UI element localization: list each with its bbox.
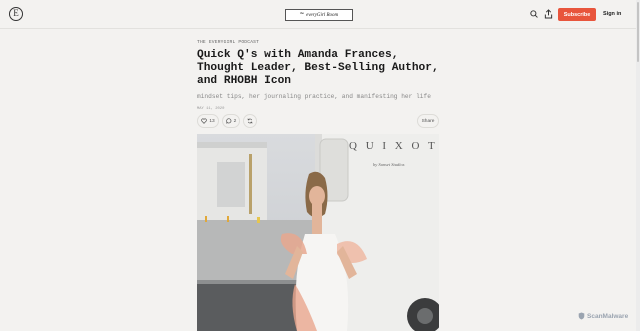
top-bar: E the everyGirl Room Subscribe Sign in xyxy=(0,0,640,29)
like-button[interactable]: 13 xyxy=(197,114,219,128)
restack-icon xyxy=(247,118,253,124)
scrollbar-thumb[interactable] xyxy=(637,2,639,62)
share-button[interactable]: Share xyxy=(417,114,439,128)
share-icon[interactable] xyxy=(544,9,553,19)
article-photo: Q U I X O T by Sunset Studios xyxy=(197,134,439,331)
heart-icon xyxy=(201,118,208,124)
brand-name: everyGirl Room xyxy=(306,12,339,18)
sign-text: Q U I X O T xyxy=(349,140,438,152)
section-label[interactable]: THE EVERYGIRL PODCAST xyxy=(197,40,439,45)
search-icon[interactable] xyxy=(530,10,538,18)
article-header: THE EVERYGIRL PODCAST Quick Q's with Ama… xyxy=(197,40,439,111)
shield-icon xyxy=(578,312,585,320)
comment-icon xyxy=(225,118,231,124)
publish-date: MAY 11, 2020 xyxy=(197,107,225,111)
like-count: 13 xyxy=(209,118,215,124)
logo-icon[interactable]: E xyxy=(9,7,23,21)
comment-button[interactable]: 2 xyxy=(222,114,240,128)
sign-in-link[interactable]: Sign in xyxy=(603,11,621,17)
brand-prefix: the xyxy=(299,11,305,15)
sign-subtext: by Sunset Studios xyxy=(373,162,405,167)
comment-count: 2 xyxy=(233,118,237,124)
watermark: ScanMalware xyxy=(578,312,628,320)
restack-button[interactable] xyxy=(243,114,257,128)
article-subtitle: mindset tips, her journaling practice, a… xyxy=(197,93,431,100)
article-title: Quick Q's with Amanda Frances, Thought L… xyxy=(197,49,439,87)
post-actions: 13 2 Share xyxy=(197,114,439,128)
brand-logo[interactable]: the everyGirl Room xyxy=(285,9,353,21)
subscribe-button[interactable]: Subscribe xyxy=(558,8,596,21)
watermark-text: ScanMalware xyxy=(587,312,629,320)
